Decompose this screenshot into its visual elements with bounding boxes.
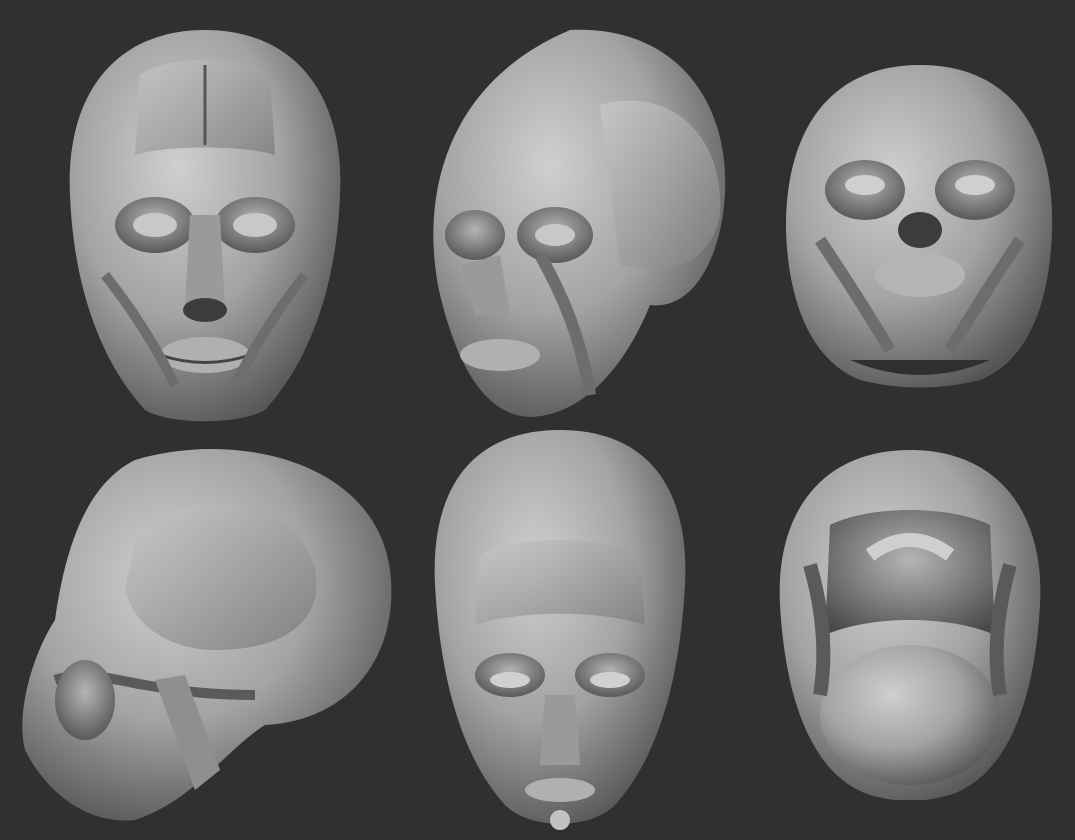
ecorche-head-side [22,449,392,821]
head-view-three-quarter [420,25,730,420]
ecorche-head-three-quarter [433,29,726,417]
ecorche-head-front [69,30,341,422]
ecorche-head-top-front [434,430,686,830]
head-view-side [15,430,395,830]
ecorche-head-low-front [785,65,1053,388]
ecorche-head-bottom [779,450,1041,800]
viewport-canvas [0,0,1075,840]
head-view-front [65,25,345,425]
head-view-top-front [430,425,690,835]
head-view-bottom [770,445,1050,800]
head-view-low-front [780,60,1060,390]
